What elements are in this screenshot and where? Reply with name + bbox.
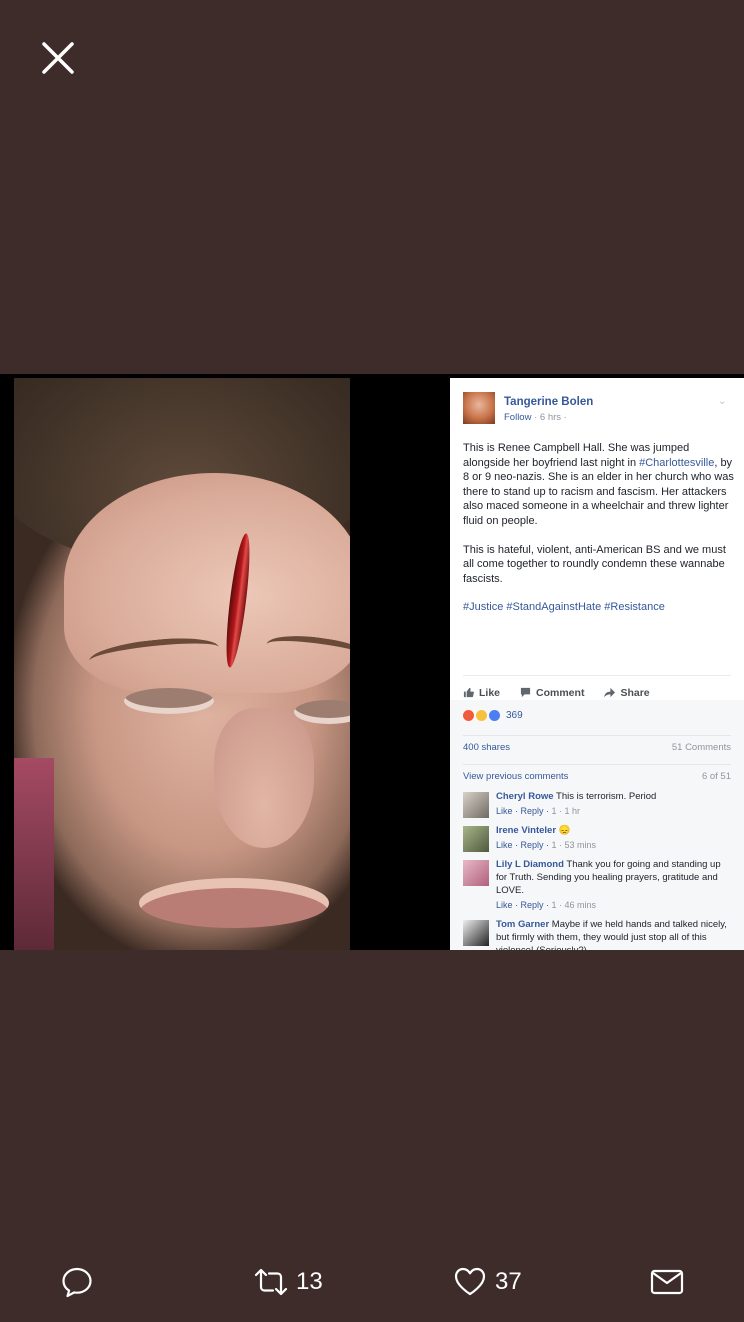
comment-icon xyxy=(520,687,531,698)
commenter-name: Tom Garner xyxy=(496,919,550,930)
hashtag: #Charlottesville xyxy=(639,456,715,469)
hashtag: #StandAgainstHate xyxy=(506,601,602,614)
hashtag: #Justice xyxy=(463,601,504,614)
view-previous-comments: View previous comments xyxy=(463,771,569,782)
comments-page: 6 of 51 xyxy=(701,771,731,782)
comment-stats: 1 · 53 mins xyxy=(551,840,597,850)
comment-action: Comment xyxy=(520,684,584,701)
commenter-avatar xyxy=(463,792,489,818)
commenter-name: Lily L Diamond xyxy=(496,859,564,870)
previous-comments-row: View previous comments 6 of 51 xyxy=(463,764,731,784)
heart-icon xyxy=(454,1267,486,1296)
tweet-action-bar: 13 37 xyxy=(0,1258,744,1308)
reaction-count: 369 xyxy=(506,710,523,721)
comment-text: This is terrorism. Period xyxy=(556,791,657,802)
comment-body: Cheryl Rowe This is terrorism. Period Li… xyxy=(496,790,732,818)
comment-actions: Like · Reply · xyxy=(496,840,550,850)
follow-link: Follow xyxy=(504,412,532,423)
like-button[interactable]: 37 xyxy=(453,1258,522,1306)
close-button[interactable] xyxy=(38,38,78,78)
comment-meta: Like · Reply · 1 · 46 mins xyxy=(496,899,732,912)
commenter-name: Irene Vinteler xyxy=(496,825,557,836)
commenter-avatar xyxy=(463,920,489,946)
comment-text: 😞 xyxy=(558,825,571,836)
like-react-icon xyxy=(489,710,500,721)
post-header: Tangerine Bolen Follow · 6 hrs · ⌄ xyxy=(463,390,734,430)
comment-body: Irene Vinteler 😞 Like · Reply · 1 · 53 m… xyxy=(496,824,732,852)
shares-count: 400 shares xyxy=(463,742,511,753)
post-author: Tangerine Bolen xyxy=(504,396,594,408)
reply-button[interactable] xyxy=(60,1258,94,1306)
direct-message-button[interactable] xyxy=(650,1258,684,1306)
comments-count: 51 Comments xyxy=(671,742,731,753)
comment-stats: 1 · 1 hr xyxy=(551,806,581,816)
comment-body: Lily L Diamond Thank you for going and s… xyxy=(496,858,732,912)
comment-label: Comment xyxy=(536,686,585,699)
chevron-down-icon: ⌄ xyxy=(718,396,727,407)
facebook-post-screenshot: Tangerine Bolen Follow · 6 hrs · ⌄ This … xyxy=(450,378,744,950)
comment-actions: Like · Reply · xyxy=(496,806,550,816)
post-actions: Like Comment Share xyxy=(463,675,731,701)
media-image[interactable]: Tangerine Bolen Follow · 6 hrs · ⌄ This … xyxy=(0,374,744,950)
post-body: This is Renee Campbell Hall. She was jum… xyxy=(463,441,735,629)
close-icon xyxy=(42,42,74,74)
comment-meta: Like · Reply · 1 · 1 hr xyxy=(496,805,732,818)
injury-photo xyxy=(14,378,350,950)
retweet-icon xyxy=(254,1268,288,1296)
commenter-name: Cheryl Rowe xyxy=(496,791,554,802)
comment-meta: Like · Reply · 1 · 53 mins xyxy=(496,839,732,852)
comments-section: 369 400 shares 51 Comments View previous… xyxy=(450,700,744,950)
hashtag: #Resistance xyxy=(604,601,665,614)
post-time: · 6 hrs · xyxy=(534,412,567,423)
thumbs-up-icon xyxy=(463,687,474,698)
share-label: Share xyxy=(620,686,650,699)
reactions-row: 369 xyxy=(463,710,523,721)
commenter-avatar xyxy=(463,860,489,886)
like-action: Like xyxy=(463,684,500,701)
comment-actions: Like · Reply · xyxy=(496,900,550,910)
commenter-avatar xyxy=(463,826,489,852)
comment-body: Tom Garner Maybe if we held hands and ta… xyxy=(496,918,732,950)
shares-row: 400 shares 51 Comments xyxy=(463,735,731,757)
retweet-count: 13 xyxy=(296,1268,323,1295)
retweet-button[interactable]: 13 xyxy=(254,1258,323,1306)
angry-react-icon xyxy=(463,710,474,721)
like-label: Like xyxy=(479,686,501,699)
share-action: Share xyxy=(604,684,650,701)
sad-react-icon xyxy=(476,710,487,721)
like-count: 37 xyxy=(495,1268,522,1295)
comment-stats: 1 · 46 mins xyxy=(551,900,597,910)
author-avatar xyxy=(463,392,495,424)
post-paragraph: This is hateful, violent, anti-American … xyxy=(463,543,726,585)
share-arrow-icon xyxy=(604,687,616,698)
envelope-icon xyxy=(650,1269,684,1295)
post-meta: Follow · 6 hrs · xyxy=(504,412,567,423)
reply-icon xyxy=(62,1267,92,1298)
